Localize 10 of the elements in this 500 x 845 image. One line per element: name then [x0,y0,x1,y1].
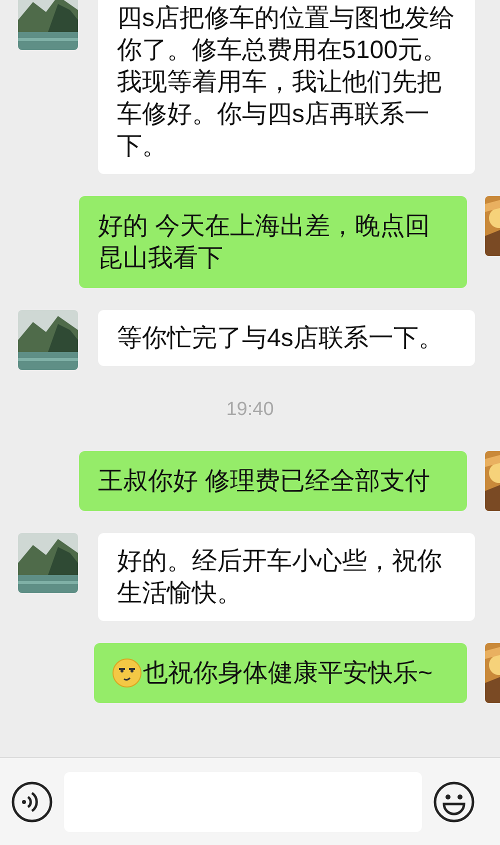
voice-icon[interactable] [10,780,54,824]
message-bubble: 好的。经后开车小心些，祝你生活愉快。 [98,532,475,620]
timestamp: 19:40 [226,398,274,422]
message-bubble: 也祝你身体健康平安快乐~ [94,642,467,702]
emoji-icon[interactable] [432,780,476,824]
message-bubble: 好的 今天在上海出差，晚点回昆山我看下 [79,196,467,288]
message-bubble: 王叔你好 修理费已经全部支付 [79,450,467,510]
message-bubble: 等你忙完了与4s店联系一下。 [98,310,475,366]
message-bubble: 四s店把修车的位置与图也发给你了。修车总费用在5100元。我现等着用车，我让他们先把车修好。你与四s店再联系一下。 [98,0,475,174]
smirk-emoji-icon [112,658,142,688]
